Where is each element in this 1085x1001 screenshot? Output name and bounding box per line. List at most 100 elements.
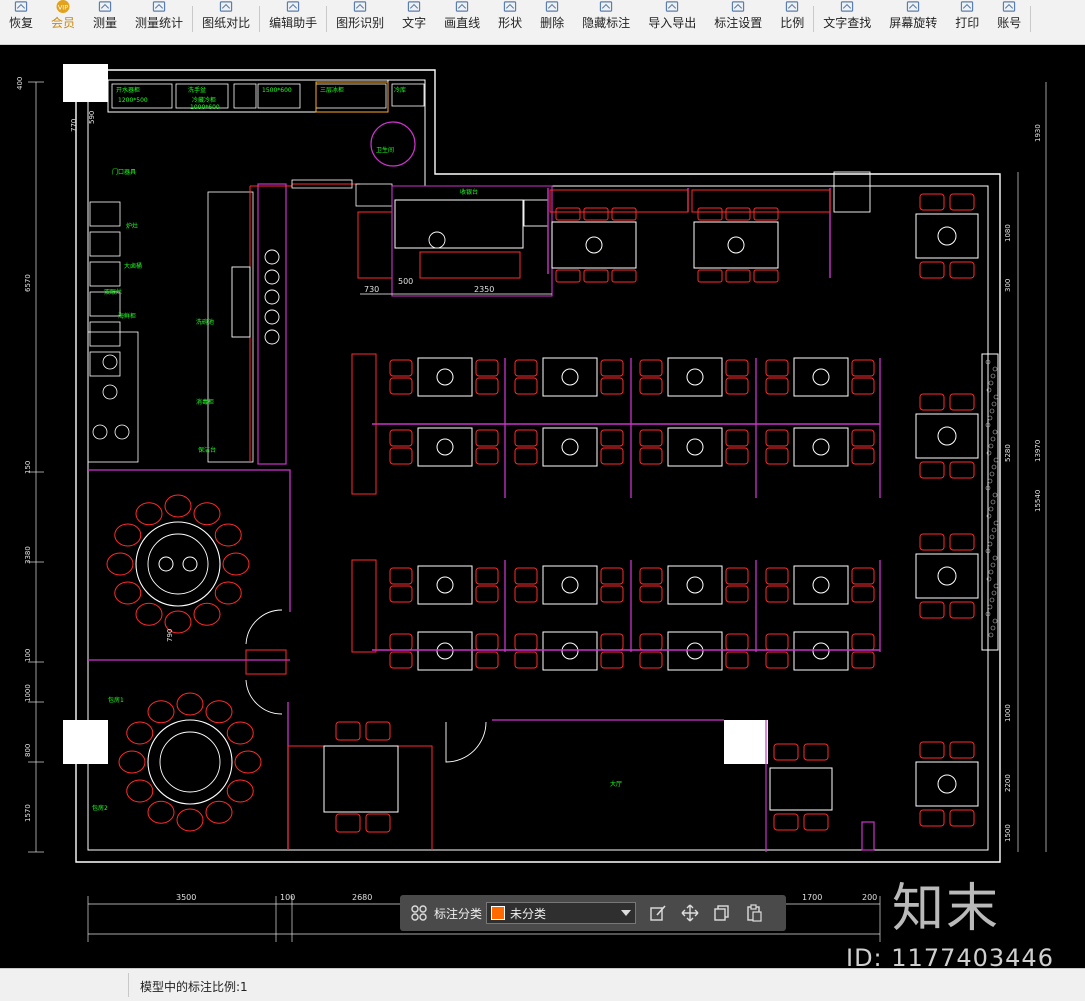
- chair: [600, 567, 624, 585]
- table-plate: [585, 236, 603, 254]
- toolbar-print-button[interactable]: 打印: [946, 0, 988, 44]
- watermark-logo: 知末: [892, 879, 1001, 939]
- paste-icon[interactable]: [744, 903, 764, 923]
- chair: [919, 809, 945, 827]
- chair: [725, 651, 749, 669]
- dining-table: [793, 565, 849, 605]
- kitchen-equipment: [89, 231, 121, 257]
- chair: [234, 750, 262, 774]
- toolbar-rotate-button[interactable]: 屏幕旋转: [880, 0, 946, 44]
- kitchen-counter: [107, 79, 389, 113]
- chair: [725, 377, 749, 395]
- plant-texture: [988, 380, 994, 386]
- plant-texture: [991, 464, 997, 470]
- chair: [725, 269, 751, 283]
- toolbar-delete-button[interactable]: 删除: [531, 0, 573, 44]
- equipment: [523, 199, 549, 227]
- toolbar-label: 文字查找: [823, 16, 872, 30]
- chair: [475, 429, 499, 447]
- sink-bowl: [264, 269, 280, 285]
- toolbar-text-button[interactable]: 文字: [393, 0, 435, 44]
- toolbar-text-search-button[interactable]: 文字查找: [814, 0, 880, 44]
- booth-bench: [351, 559, 377, 653]
- toolbar-account-button[interactable]: 账号: [988, 0, 1030, 44]
- plant-texture: [991, 527, 997, 533]
- table-plate: [686, 576, 704, 594]
- table-plate: [686, 368, 704, 386]
- toolbar-restore-button[interactable]: 恢复: [0, 0, 42, 44]
- edit-icon[interactable]: [648, 903, 668, 923]
- equipment: [833, 171, 871, 213]
- toolbar-line-button[interactable]: 画直线: [435, 0, 489, 44]
- equipment-label: 洗碗池: [196, 318, 214, 326]
- toolbar-compare-button[interactable]: 图纸对比: [193, 0, 259, 44]
- dimension-text: 5280: [1004, 444, 1012, 462]
- floor-plan-drawing[interactable]: 6570 150 3380 100 1000 800 1570 13970 15540 1000 1…: [0, 62, 1085, 950]
- toolbar-import-export-button[interactable]: 导入导出: [639, 0, 705, 44]
- chair: [949, 809, 975, 827]
- plant-texture: [992, 555, 998, 561]
- chair: [765, 651, 789, 669]
- grid-icon[interactable]: [410, 904, 428, 922]
- outer-wall: [75, 69, 1001, 863]
- table-plate: [937, 566, 957, 586]
- column: [724, 720, 768, 764]
- plant-texture: [988, 506, 994, 512]
- equipment-label: 炉灶: [126, 222, 138, 230]
- plant-texture: [993, 394, 999, 400]
- chair: [147, 800, 175, 824]
- chair: [949, 741, 975, 759]
- toolbar-measure-stats-button[interactable]: 测量统计: [126, 0, 192, 44]
- toolbar-hide-annotation-button[interactable]: 隐藏标注: [573, 0, 639, 44]
- chair: [697, 207, 723, 221]
- kitchen-equipment: [89, 321, 121, 347]
- toolbar-shape-button[interactable]: 形状: [489, 0, 531, 44]
- kitchen-equipment: [89, 261, 121, 287]
- chair: [600, 633, 624, 651]
- dimension-text: 13970: [1034, 440, 1042, 462]
- chair: [919, 533, 945, 551]
- copy-icon[interactable]: [712, 903, 732, 923]
- dining-table: [323, 745, 399, 813]
- plant-texture: [990, 436, 996, 442]
- annotation-category-select[interactable]: 未分类: [486, 902, 637, 924]
- chair: [851, 651, 875, 669]
- chair: [475, 567, 499, 585]
- dining-table: [542, 427, 598, 467]
- booth-partition: [372, 423, 880, 651]
- toolbar-edit-assistant-button[interactable]: 编辑助手: [260, 0, 326, 44]
- toolbar-scale-button[interactable]: 比例: [771, 0, 813, 44]
- dining-table: [417, 565, 473, 605]
- toolbar-measure-button[interactable]: 测量: [84, 0, 126, 44]
- chair: [126, 721, 154, 745]
- dimension-text: 200: [862, 893, 877, 902]
- toolbar-annotation-settings-button[interactable]: 标注设置: [705, 0, 771, 44]
- equipment-label: 三层冰柜: [320, 86, 344, 94]
- plant-texture: [990, 562, 996, 568]
- dimension-text: 1000: [24, 684, 32, 702]
- chair: [639, 585, 663, 603]
- chair: [475, 585, 499, 603]
- chair: [514, 633, 538, 651]
- toolbar-label: 隐藏标注: [582, 16, 631, 30]
- chair: [773, 813, 799, 831]
- cashier-counter: [394, 199, 524, 249]
- plant-texture: [988, 569, 994, 575]
- stove-area: [87, 331, 139, 463]
- chair: [697, 269, 723, 283]
- table-plate: [436, 576, 454, 594]
- booth-seat: [549, 189, 831, 213]
- chair: [851, 429, 875, 447]
- measure-icon: [98, 1, 112, 12]
- chair: [514, 447, 538, 465]
- table-plate: [812, 642, 830, 660]
- dining-table: [769, 767, 833, 811]
- cad-canvas[interactable]: 6570 150 3380 100 1000 800 1570 13970 15540 1000 1…: [0, 62, 1085, 950]
- move-icon[interactable]: [680, 903, 700, 923]
- table-plate: [561, 576, 579, 594]
- chair: [725, 359, 749, 377]
- room-label: 包房2: [92, 804, 108, 812]
- toolbar-shape-recognition-button[interactable]: 图形识别: [327, 0, 393, 44]
- chair: [851, 585, 875, 603]
- toolbar-vip-button[interactable]: VIP 会员: [42, 0, 84, 44]
